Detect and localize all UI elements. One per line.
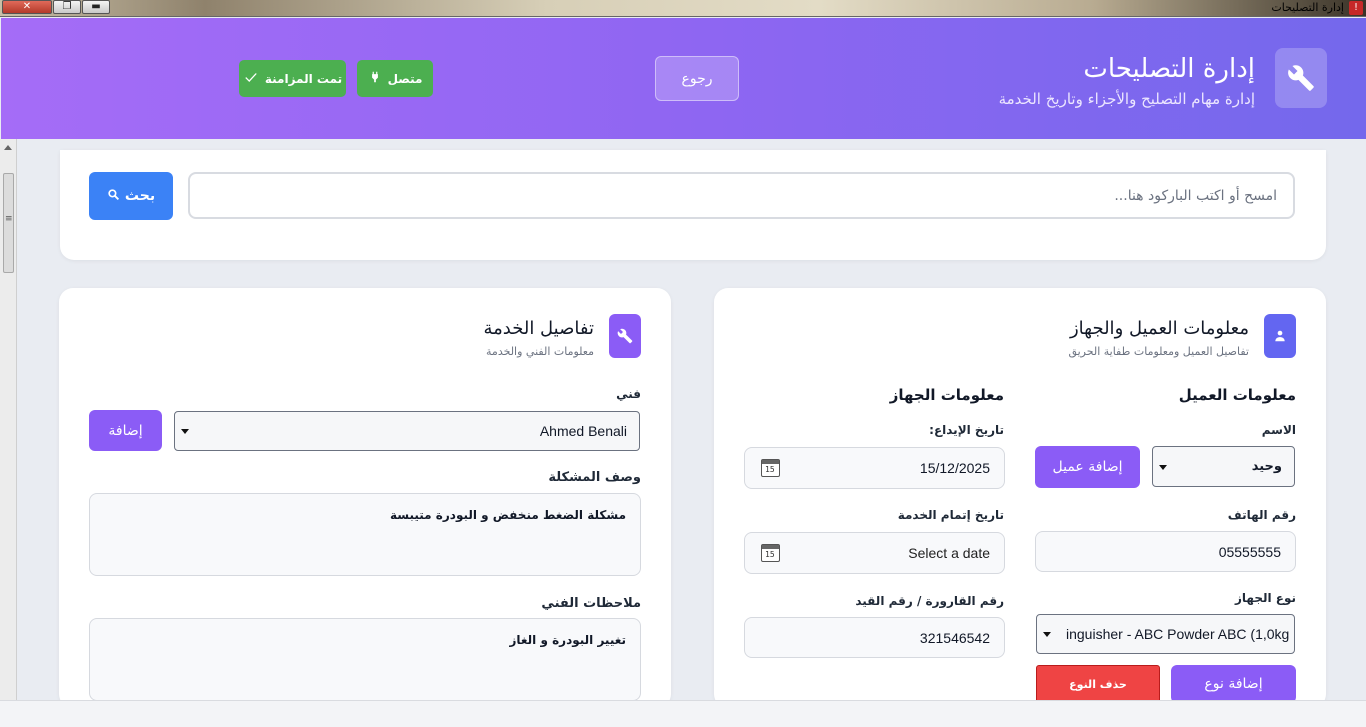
vertical-scrollbar[interactable] — [0, 139, 17, 700]
search-icon — [107, 188, 120, 205]
app-icon: ! — [1349, 1, 1363, 15]
notes-label: ملاحظات الفني — [541, 596, 641, 611]
page-header: إدارة التصليحات إدارة مهام التصليح والأج… — [1, 18, 1366, 139]
calendar-icon[interactable]: 15 — [761, 459, 780, 477]
add-technician-button[interactable]: إضافة — [89, 410, 162, 451]
problem-value: مشكلة الضغط منخفض و البودرة متيبسة — [390, 508, 626, 522]
technician-select[interactable]: Ahmed Benali — [174, 411, 640, 451]
delete-type-button[interactable]: حذف النوع — [1036, 665, 1160, 703]
service-card-subtitle: معلومات الفني والخدمة — [486, 345, 594, 358]
calendar-icon[interactable]: 15 — [761, 544, 780, 562]
wrench-icon — [1275, 48, 1327, 108]
device-type-label: نوع الجهاز — [1234, 591, 1296, 605]
user-icon — [1264, 314, 1296, 358]
deposit-date-picker[interactable]: 15 15/12/2025 — [744, 447, 1005, 489]
synced-badge[interactable]: تمت المزامنة — [239, 60, 346, 97]
chevron-down-icon — [1159, 464, 1167, 470]
customer-info-heading: معلومات العميل — [1178, 386, 1296, 404]
device-type-value: inguisher - ABC Powder ABC (1,0kg — [1066, 626, 1290, 642]
restore-button[interactable]: ❐ — [53, 0, 81, 14]
page-title: إدارة التصليحات — [1083, 54, 1255, 84]
device-info-heading: معلومات الجهاز — [889, 386, 1004, 404]
window-title: إدارة التصليحات — [1271, 1, 1344, 14]
problem-description-textarea[interactable]: مشكلة الضغط منخفض و البودرة متيبسة — [89, 493, 641, 576]
search-placeholder: امسح أو اكتب الباركود هنا... — [1114, 187, 1277, 204]
wrench-icon — [609, 314, 641, 358]
back-button[interactable]: رجوع — [655, 56, 739, 101]
technician-label: فني — [616, 387, 641, 401]
completion-date-picker[interactable]: 15 Select a date — [744, 532, 1005, 574]
customer-card-subtitle: تفاصيل العميل ومعلومات طفاية الحريق — [1068, 345, 1249, 358]
completion-date-label: تاريخ إتمام الخدمة — [897, 508, 1004, 522]
synced-label: تمت المزامنة — [264, 71, 343, 86]
customer-card-title: معلومات العميل والجهاز — [1069, 318, 1249, 339]
search-button-label: بحث — [124, 188, 156, 204]
bottle-number-value: 321546542 — [919, 629, 990, 646]
check-icon — [243, 70, 259, 87]
bottle-number-label: رقم القارورة / رقم القيد — [855, 594, 1004, 608]
close-button[interactable]: ✕ — [2, 0, 52, 14]
customer-name-value: وحيد — [1251, 459, 1282, 474]
problem-label: وصف المشكلة — [548, 470, 641, 485]
add-customer-button[interactable]: إضافة عميل — [1035, 446, 1140, 488]
chevron-down-icon — [1043, 632, 1051, 637]
customer-name-select[interactable]: وحيد — [1152, 446, 1295, 487]
scroll-up-arrow-icon[interactable] — [4, 145, 12, 150]
window-titlebar: ✕ ❐ ▬ إدارة التصليحات ! — [0, 0, 1366, 17]
page-subtitle: إدارة مهام التصليح والأجزاء وتاريخ الخدم… — [998, 90, 1255, 108]
deposit-date-value: 15/12/2025 — [919, 460, 990, 476]
chevron-down-icon — [181, 429, 189, 434]
device-type-select[interactable]: inguisher - ABC Powder ABC (1,0kg — [1036, 614, 1295, 654]
phone-label: رقم الهاتف — [1227, 508, 1296, 522]
minimize-button[interactable]: ▬ — [82, 0, 110, 14]
scrollbar-thumb[interactable] — [3, 173, 14, 273]
notes-value: تغيير البودرة و الغاز — [509, 633, 626, 647]
technician-value: Ahmed Benali — [539, 423, 627, 439]
completion-date-value: Select a date — [908, 545, 990, 561]
technician-notes-textarea[interactable]: تغيير البودرة و الغاز — [89, 618, 641, 701]
bottom-strip — [0, 700, 1366, 727]
window-controls: ✕ ❐ ▬ — [2, 0, 110, 14]
connected-badge[interactable]: متصل — [357, 60, 433, 97]
search-button[interactable]: بحث — [89, 172, 173, 220]
deposit-date-label: تاريخ الإيداع: — [929, 423, 1004, 437]
barcode-search-input[interactable]: امسح أو اكتب الباركود هنا... — [188, 172, 1295, 219]
name-label: الاسم — [1261, 423, 1296, 437]
phone-field[interactable]: 05555555 — [1035, 531, 1296, 572]
connected-label: متصل — [387, 71, 423, 86]
bottle-number-field[interactable]: 321546542 — [744, 617, 1005, 658]
phone-value: 05555555 — [1218, 543, 1281, 560]
plug-icon — [368, 70, 382, 87]
add-type-button[interactable]: إضافة نوع — [1171, 665, 1296, 703]
service-card-title: تفاصيل الخدمة — [483, 318, 594, 339]
